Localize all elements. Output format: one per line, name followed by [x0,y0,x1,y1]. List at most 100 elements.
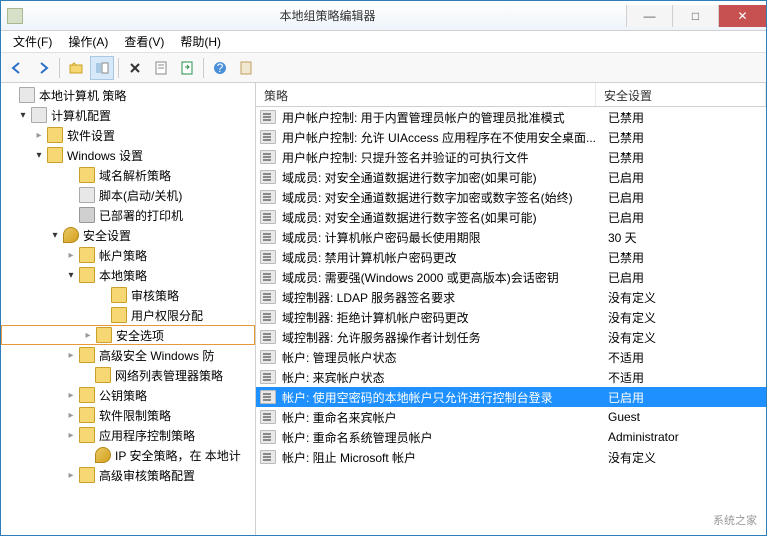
list-row[interactable]: 域成员: 对安全通道数据进行数字签名(如果可能)已启用 [256,207,766,227]
policy-name: 域成员: 需要强(Windows 2000 或更高版本)会话密钥 [280,269,600,286]
minimize-button[interactable]: — [626,5,672,27]
maximize-button[interactable]: □ [672,5,718,27]
policy-setting: 不适用 [600,349,766,366]
tree-windows-firewall[interactable]: 高级安全 Windows 防 [1,345,255,365]
up-folder-button[interactable] [64,56,88,80]
script-icon [79,187,95,203]
computer-icon [19,87,35,103]
list-row[interactable]: 域成员: 对安全通道数据进行数字加密或数字签名(始终)已启用 [256,187,766,207]
list-row[interactable]: 用户帐户控制: 用于内置管理员帐户的管理员批准模式已禁用 [256,107,766,127]
tree-scripts[interactable]: 脚本(启动/关机) [1,185,255,205]
tree-label: 公钥策略 [99,387,147,404]
tree-label: 软件限制策略 [99,407,171,424]
policy-icon [260,270,276,284]
close-button[interactable]: ✕ [718,5,766,27]
list-row[interactable]: 用户帐户控制: 允许 UIAccess 应用程序在不使用安全桌面...已禁用 [256,127,766,147]
tree-computer-config[interactable]: 计算机配置 [1,105,255,125]
folder-icon [79,267,95,283]
show-tree-button[interactable] [90,56,114,80]
tree-dns-policy[interactable]: 域名解析策略 [1,165,255,185]
policy-icon [260,390,276,404]
list-row[interactable]: 域成员: 计算机帐户密码最长使用期限30 天 [256,227,766,247]
tree-software-settings[interactable]: 软件设置 [1,125,255,145]
tree-software-restrict[interactable]: 软件限制策略 [1,405,255,425]
list-row[interactable]: 帐户: 重命名来宾帐户Guest [256,407,766,427]
list-row[interactable]: 帐户: 管理员帐户状态不适用 [256,347,766,367]
list-row[interactable]: 域控制器: 允许服务器操作者计划任务没有定义 [256,327,766,347]
menu-file[interactable]: 文件(F) [5,31,60,52]
tree-app-control[interactable]: 应用程序控制策略 [1,425,255,445]
tree-root[interactable]: 本地计算机 策略 [1,85,255,105]
policy-setting: 已禁用 [600,109,766,126]
folder-icon [96,327,112,343]
folder-icon [47,147,63,163]
tree-local-policy[interactable]: 本地策略 [1,265,255,285]
tree-label: 审核策略 [131,287,179,304]
policy-setting: 已禁用 [600,149,766,166]
printer-icon [79,207,95,223]
list-row[interactable]: 帐户: 阻止 Microsoft 帐户没有定义 [256,447,766,467]
tree-label: 本地策略 [99,267,147,284]
list-row[interactable]: 域控制器: 拒绝计算机帐户密码更改没有定义 [256,307,766,327]
tree-security-settings[interactable]: 安全设置 [1,225,255,245]
tree-ip-security[interactable]: IP 安全策略，在 本地计 [1,445,255,465]
tree-label: 安全设置 [83,227,131,244]
policy-icon [260,410,276,424]
menu-help[interactable]: 帮助(H) [172,31,229,52]
delete-button[interactable] [123,56,147,80]
policy-setting: 已启用 [600,269,766,286]
policy-setting: 已禁用 [600,129,766,146]
policy-setting: 没有定义 [600,289,766,306]
column-setting[interactable]: 安全设置 [596,83,766,106]
properties-button[interactable] [149,56,173,80]
policy-icon [260,250,276,264]
tree-printers[interactable]: 已部署的打印机 [1,205,255,225]
list-header: 策略 安全设置 [256,83,766,107]
policy-icon [260,130,276,144]
tree-pane[interactable]: 本地计算机 策略 计算机配置 软件设置 Windows 设置 域名解析策略 脚本… [1,83,256,535]
filter-button[interactable] [234,56,258,80]
policy-setting: 已启用 [600,169,766,186]
menu-view[interactable]: 查看(V) [116,31,172,52]
tree-label: 应用程序控制策略 [99,427,195,444]
list-body: 用户帐户控制: 用于内置管理员帐户的管理员批准模式已禁用用户帐户控制: 允许 U… [256,107,766,467]
list-pane[interactable]: 策略 安全设置 用户帐户控制: 用于内置管理员帐户的管理员批准模式已禁用用户帐户… [256,83,766,535]
list-row[interactable]: 帐户: 重命名系统管理员帐户Administrator [256,427,766,447]
help-button[interactable]: ? [208,56,232,80]
tree-account-policy[interactable]: 帐户策略 [1,245,255,265]
tree-security-options[interactable]: 安全选项 [1,325,255,345]
shield-icon [63,227,79,243]
tree-network-list[interactable]: 网络列表管理器策略 [1,365,255,385]
list-row[interactable]: 帐户: 使用空密码的本地帐户只允许进行控制台登录已启用 [256,387,766,407]
policy-name: 用户帐户控制: 只提升签名并验证的可执行文件 [280,149,600,166]
list-row[interactable]: 域控制器: LDAP 服务器签名要求没有定义 [256,287,766,307]
tree-user-rights[interactable]: 用户权限分配 [1,305,255,325]
list-row[interactable]: 域成员: 对安全通道数据进行数字加密(如果可能)已启用 [256,167,766,187]
policy-icon [260,290,276,304]
policy-icon [260,170,276,184]
folder-icon [79,407,95,423]
tree-windows-settings[interactable]: Windows 设置 [1,145,255,165]
svg-text:?: ? [217,61,224,75]
column-policy[interactable]: 策略 [256,83,596,106]
gear-icon [31,107,47,123]
policy-setting: 没有定义 [600,309,766,326]
list-row[interactable]: 域成员: 禁用计算机帐户密码更改已禁用 [256,247,766,267]
tree-label: 计算机配置 [51,107,111,124]
shield-icon [95,447,111,463]
policy-icon [260,370,276,384]
list-row[interactable]: 域成员: 需要强(Windows 2000 或更高版本)会话密钥已启用 [256,267,766,287]
tree-advanced-audit[interactable]: 高级审核策略配置 [1,465,255,485]
policy-name: 域成员: 对安全通道数据进行数字加密或数字签名(始终) [280,189,600,206]
policy-name: 域控制器: 允许服务器操作者计划任务 [280,329,600,346]
policy-icon [260,430,276,444]
menu-action[interactable]: 操作(A) [60,31,116,52]
export-button[interactable] [175,56,199,80]
list-row[interactable]: 用户帐户控制: 只提升签名并验证的可执行文件已禁用 [256,147,766,167]
back-button[interactable] [5,56,29,80]
tree-pubkey-policy[interactable]: 公钥策略 [1,385,255,405]
list-row[interactable]: 帐户: 来宾帐户状态不适用 [256,367,766,387]
folder-icon [47,127,63,143]
tree-audit-policy[interactable]: 审核策略 [1,285,255,305]
forward-button[interactable] [31,56,55,80]
